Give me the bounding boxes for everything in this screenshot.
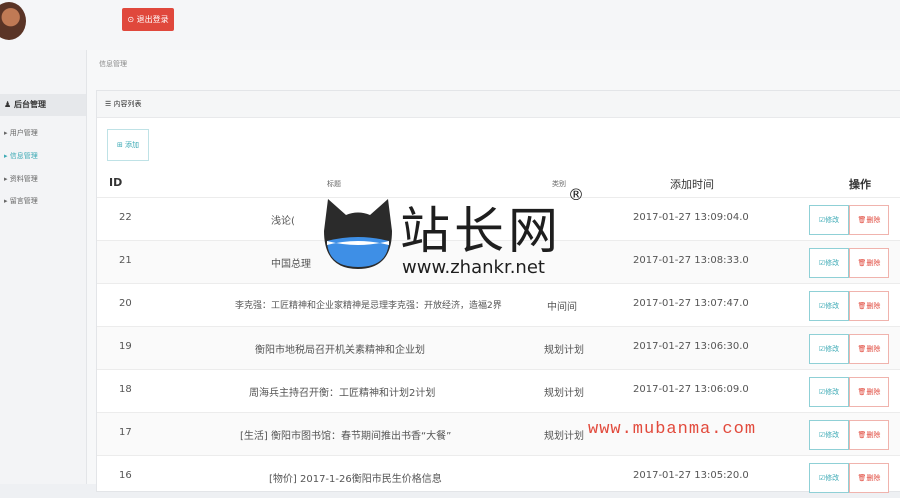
row-title[interactable]: 周海兵主持召开衡：工匠精神和计划2计划 <box>249 384 435 399</box>
sidebar-title: ♟ 后台管理 <box>0 94 86 116</box>
column-header-time: 添加时间 <box>670 178 714 191</box>
cat-logo-icon <box>324 199 392 269</box>
sidebar: ♟ 后台管理 ▸ 用户管理 ▸ 信息管理 ▸ 资料管理 ▸ 留言管理 <box>0 50 87 484</box>
row-id: 20 <box>119 298 132 309</box>
row-title[interactable]: 衡阳市地税局召开机关素精神和企业划 <box>255 341 425 356</box>
row-title[interactable]: [物价] 2017-1-26衡阳市民生价格信息 <box>269 470 442 485</box>
delete-button[interactable]: 🗑删除 <box>849 248 889 278</box>
row-id: 22 <box>119 212 132 223</box>
column-header-action: 操作 <box>849 178 871 191</box>
edit-button[interactable]: ☑修改 <box>809 291 849 321</box>
edit-button[interactable]: ☑修改 <box>809 377 849 407</box>
row-time: 2017-01-27 13:09:04.0 <box>633 212 749 223</box>
delete-button[interactable]: 🗑删除 <box>849 377 889 407</box>
delete-button[interactable]: 🗑删除 <box>849 205 889 235</box>
column-header-id: ID <box>109 176 123 189</box>
row-id: 19 <box>119 341 132 352</box>
content-list-panel: ☰ 内容列表 ⊞ 添加 ID 标题 类别 添加时间 操作 22 浅论( 2017… <box>96 90 900 493</box>
row-time: 2017-01-27 13:06:30.0 <box>633 341 749 352</box>
row-category: 规划计划 <box>544 431 584 442</box>
row-time: 2017-01-27 13:07:47.0 <box>633 298 749 309</box>
row-id: 18 <box>119 384 132 395</box>
row-time: 2017-01-27 13:05:20.0 <box>633 470 749 481</box>
row-title[interactable]: 李克强：工匠精神和企业家精神是忌理李克强：开放经济，造福2界 <box>235 298 502 311</box>
table-row: 20 李克强：工匠精神和企业家精神是忌理李克强：开放经济，造福2界 中间间 20… <box>97 283 900 326</box>
delete-button[interactable]: 🗑删除 <box>849 291 889 321</box>
row-id: 21 <box>119 255 132 266</box>
sidebar-item-info[interactable]: ▸ 信息管理 <box>4 151 38 161</box>
row-id: 17 <box>119 427 132 438</box>
sidebar-item-users[interactable]: ▸ 用户管理 <box>4 128 38 138</box>
zhankr-watermark: 站长网 ® www.zhankr.net <box>318 185 608 285</box>
row-title[interactable]: 中国总理 <box>271 255 311 270</box>
row-category: 中间间 <box>547 302 577 313</box>
delete-button[interactable]: 🗑删除 <box>849 463 889 493</box>
add-button[interactable]: ⊞ 添加 <box>107 129 149 161</box>
mubanma-watermark: www.mubanma.com <box>588 420 757 439</box>
row-title[interactable]: [生活] 衡阳市图书馆：春节期间推出书香“大餐” <box>240 427 451 442</box>
registered-mark: ® <box>568 185 584 204</box>
row-time: 2017-01-27 13:06:09.0 <box>633 384 749 395</box>
sidebar-item-messages[interactable]: ▸ 留言管理 <box>4 196 38 206</box>
watermark-brand: 站长网 <box>400 202 562 260</box>
row-category: 规划计划 <box>544 345 584 356</box>
avatar[interactable] <box>0 2 26 40</box>
breadcrumb: 信息管理 <box>99 60 127 68</box>
edit-button[interactable]: ☑修改 <box>809 334 849 364</box>
sidebar-item-materials[interactable]: ▸ 资料管理 <box>4 174 38 184</box>
edit-button[interactable]: ☑修改 <box>809 205 849 235</box>
table-row: 18 周海兵主持召开衡：工匠精神和计划2计划 规划计划 2017-01-27 1… <box>97 369 900 412</box>
row-time: 2017-01-27 13:08:33.0 <box>633 255 749 266</box>
user-icon: ♟ <box>4 100 14 109</box>
watermark-url: www.zhankr.net <box>402 257 545 278</box>
delete-button[interactable]: 🗑删除 <box>849 334 889 364</box>
table-row: 16 [物价] 2017-1-26衡阳市民生价格信息 2017-01-27 13… <box>97 455 900 498</box>
delete-button[interactable]: 🗑删除 <box>849 420 889 450</box>
row-title[interactable]: 浅论( <box>271 212 295 227</box>
logout-button[interactable]: ⊙ 退出登录 <box>122 8 174 31</box>
panel-title: ☰ 内容列表 <box>97 91 900 118</box>
table-row: 17 [生活] 衡阳市图书馆：春节期间推出书香“大餐” 规划计划 ☑修改 🗑删除 <box>97 412 900 455</box>
row-category: 规划计划 <box>544 388 584 399</box>
table-row: 19 衡阳市地税局召开机关素精神和企业划 规划计划 2017-01-27 13:… <box>97 326 900 369</box>
edit-button[interactable]: ☑修改 <box>809 420 849 450</box>
edit-button[interactable]: ☑修改 <box>809 248 849 278</box>
row-id: 16 <box>119 470 132 481</box>
edit-button[interactable]: ☑修改 <box>809 463 849 493</box>
top-bar: ⊙ 退出登录 <box>0 0 900 50</box>
